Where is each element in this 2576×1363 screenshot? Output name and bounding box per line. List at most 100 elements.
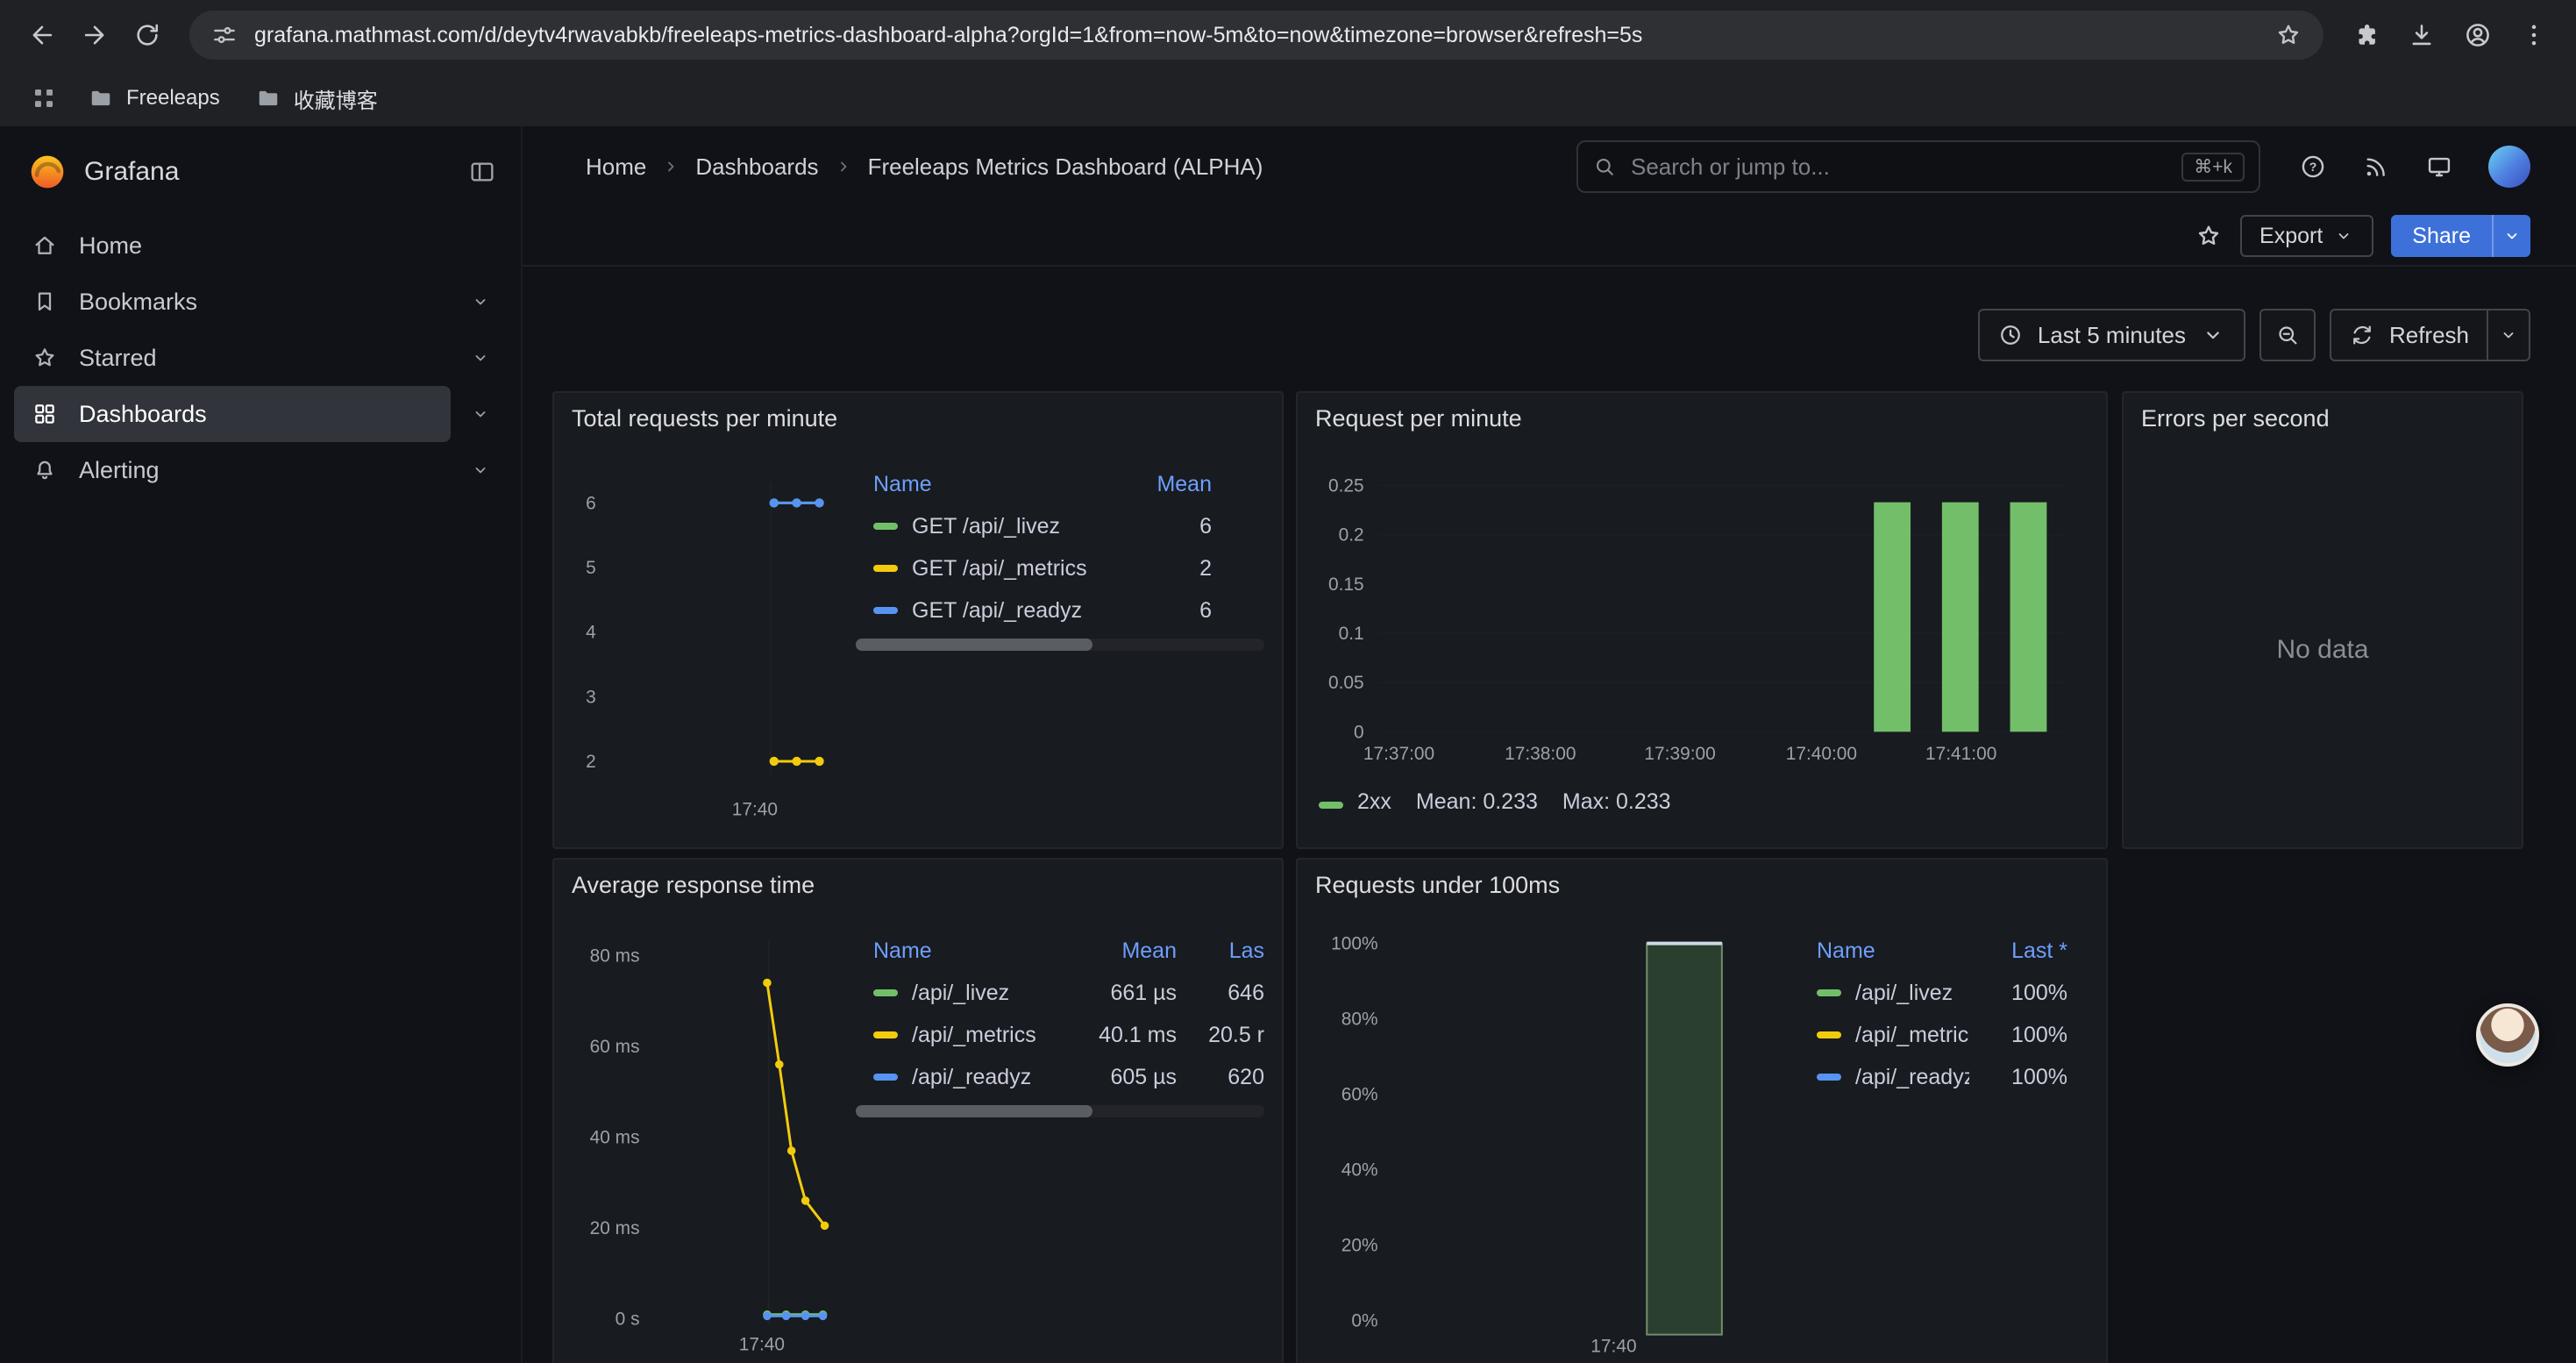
legend-scrollbar[interactable] <box>856 639 1264 651</box>
series-swatch <box>873 565 898 572</box>
refresh-button[interactable]: Refresh <box>2330 309 2488 361</box>
forward-button[interactable] <box>70 11 119 60</box>
export-button[interactable]: Export <box>2240 215 2373 257</box>
news-rss-icon[interactable] <box>2362 153 2390 181</box>
user-avatar[interactable] <box>2488 146 2530 188</box>
panel-total-requests: Total requests per minute 6543217:40 Nam… <box>552 391 1284 849</box>
sidebar-item-home[interactable]: Home <box>0 218 521 274</box>
panel-errors-per-second: Errors per second No data <box>2122 391 2523 849</box>
legend-header: Name Last * <box>1803 930 2089 972</box>
legend-row[interactable]: /api/_metrics 100% <box>1803 1014 2089 1056</box>
legend-row[interactable]: /api/_readyz 605 µs 620 <box>856 1056 1264 1098</box>
search-input[interactable] <box>1631 153 2181 181</box>
refresh-icon <box>2349 322 2375 348</box>
legend-col-name[interactable]: Name <box>1817 938 1969 964</box>
sidebar-item-dashboards[interactable]: Dashboards <box>0 386 521 442</box>
sidebar-item-alerting[interactable]: Alerting <box>0 442 521 498</box>
bookmark-star-icon[interactable] <box>2274 21 2302 49</box>
legend-row[interactable]: GET /api/_readyz 6 <box>856 589 1264 632</box>
breadcrumb-separator-icon <box>660 156 681 177</box>
sidebar-item-label: Bookmarks <box>79 289 197 316</box>
home-icon <box>32 232 58 259</box>
legend-row[interactable]: /api/_metrics 40.1 ms 20.5 r <box>856 1014 1264 1056</box>
svg-text:4: 4 <box>586 623 596 643</box>
share-menu-caret[interactable] <box>2492 215 2530 257</box>
address-bar[interactable]: grafana.mathmast.com/d/deytv4rwavabkb/fr… <box>189 11 2323 60</box>
breadcrumb-current: Freeleaps Metrics Dashboard (ALPHA) <box>868 153 1263 181</box>
browser-toolbar: grafana.mathmast.com/d/deytv4rwavabkb/fr… <box>0 0 2576 70</box>
sidebar-item-label: Dashboards <box>79 401 207 428</box>
breadcrumb-home[interactable]: Home <box>586 153 646 181</box>
panel-request-per-minute: Request per minute 0.250.20.150.10.05017… <box>1296 391 2108 849</box>
bookmarks-bar: Freeleaps 收藏博客 <box>0 70 2576 126</box>
kiosk-monitor-icon[interactable] <box>2425 153 2453 181</box>
search-box[interactable]: ⌘+k <box>1576 140 2260 193</box>
refresh-interval-caret[interactable] <box>2488 309 2530 361</box>
legend-col-name[interactable]: Name <box>873 472 1117 497</box>
svg-text:17:39:00: 17:39:00 <box>1644 744 1715 764</box>
bookmark-folder-freeleaps[interactable]: Freeleaps <box>74 80 234 117</box>
search-icon <box>1592 154 1617 179</box>
scrollbar-thumb[interactable] <box>856 639 1092 651</box>
legend-row[interactable]: GET /api/_livez 6 <box>856 505 1264 547</box>
svg-text:0.25: 0.25 <box>1328 476 1364 496</box>
profile-icon[interactable] <box>2453 11 2502 60</box>
series-swatch <box>873 523 898 530</box>
chevron-down-icon <box>2200 322 2226 348</box>
legend-row[interactable]: /api/_livez 661 µs 646 <box>856 972 1264 1014</box>
dock-menu-icon[interactable] <box>468 158 496 186</box>
svg-text:6: 6 <box>586 493 596 513</box>
legend-col-last[interactable]: Las <box>1191 938 1264 964</box>
zoom-out-button[interactable] <box>2259 309 2316 361</box>
panel-title[interactable]: Requests under 100ms <box>1315 872 1560 899</box>
svg-text:0.1: 0.1 <box>1339 624 1364 644</box>
svg-text:0.05: 0.05 <box>1328 673 1364 693</box>
legend-col-mean[interactable]: Mean <box>1068 938 1177 964</box>
svg-text:0: 0 <box>1354 722 1364 742</box>
time-controls: Last 5 minutes Refresh <box>1978 309 2530 361</box>
share-button[interactable]: Share <box>2391 215 2492 257</box>
sidebar-item-bookmarks[interactable]: Bookmarks <box>0 274 521 330</box>
chevron-down-icon[interactable] <box>451 347 510 368</box>
svg-text:20%: 20% <box>1341 1236 1378 1256</box>
favorite-star-icon[interactable] <box>2195 222 2223 250</box>
search-shortcut-badge: ⌘+k <box>2181 153 2245 182</box>
downloads-icon[interactable] <box>2397 11 2446 60</box>
apps-grid-icon[interactable] <box>21 75 67 121</box>
legend-row[interactable]: /api/_livez 100% <box>1803 972 2089 1014</box>
series-swatch <box>1817 989 1841 996</box>
legend-col-last[interactable]: Last * <box>1969 938 2067 964</box>
scrollbar-thumb[interactable] <box>856 1105 1092 1117</box>
legend-header: Name Mean Las <box>856 930 1264 972</box>
panel-title[interactable]: Errors per second <box>2141 405 2330 432</box>
legend-col-name[interactable]: Name <box>873 938 1068 964</box>
legend-scrollbar[interactable] <box>856 1105 1264 1117</box>
legend-row[interactable]: /api/_readyz 100% <box>1803 1056 2089 1098</box>
chevron-down-icon[interactable] <box>451 403 510 425</box>
svg-text:80 ms: 80 ms <box>590 946 640 966</box>
brand-name: Grafana <box>84 157 468 187</box>
panel-title[interactable]: Total requests per minute <box>572 405 837 432</box>
panel-title[interactable]: Average response time <box>572 872 815 899</box>
help-icon[interactable]: ? <box>2299 153 2327 181</box>
sidebar-item-starred[interactable]: Starred <box>0 330 521 386</box>
breadcrumb-dashboards[interactable]: Dashboards <box>695 153 818 181</box>
assistant-avatar[interactable] <box>2476 1003 2539 1067</box>
legend-row[interactable]: GET /api/_metrics 2 <box>856 547 1264 589</box>
legend-header: Name Mean <box>856 463 1264 505</box>
panel-title[interactable]: Request per minute <box>1315 405 1522 432</box>
bookmark-folder-blogs[interactable]: 收藏博客 <box>241 78 392 119</box>
back-button[interactable] <box>18 11 67 60</box>
site-settings-icon[interactable] <box>210 21 238 49</box>
legend-col-mean[interactable]: Mean <box>1117 472 1212 497</box>
reload-button[interactable] <box>123 11 172 60</box>
svg-text:0.2: 0.2 <box>1339 525 1364 546</box>
time-range-picker[interactable]: Last 5 minutes <box>1978 309 2245 361</box>
chevron-down-icon[interactable] <box>451 460 510 481</box>
extensions-icon[interactable] <box>2341 11 2390 60</box>
browser-menu-icon[interactable] <box>2509 11 2558 60</box>
chevron-down-icon[interactable] <box>451 291 510 312</box>
svg-text:60%: 60% <box>1341 1085 1378 1105</box>
dashboard-actions-bar: Export Share <box>523 207 2576 267</box>
legend-inline[interactable]: 2xx Mean: 0.233 Max: 0.233 <box>1319 789 1671 815</box>
